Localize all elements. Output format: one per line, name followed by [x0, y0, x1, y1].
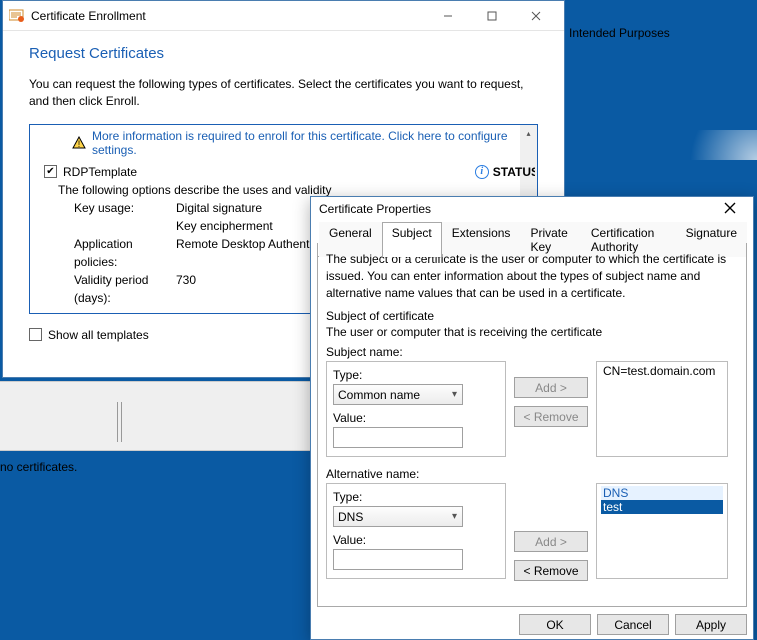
list-item[interactable]: test [601, 500, 723, 514]
app-policies-label: Application policies: [58, 235, 176, 271]
alt-type-select[interactable]: DNS [333, 506, 463, 527]
alternative-name-label: Alternative name: [326, 467, 738, 481]
alternative-name-group: Type: DNS Value: [326, 483, 506, 579]
background-status-text: no certificates. [0, 460, 77, 474]
certificate-icon [9, 9, 25, 23]
close-button[interactable] [514, 4, 558, 28]
validity-value: 730 [176, 271, 196, 307]
key-usage-value: Digital signature [176, 199, 262, 217]
validity-label: Validity period (days): [58, 271, 176, 307]
key-usage-value-2: Key encipherment [176, 217, 273, 235]
subject-name-group: Type: Common name Value: [326, 361, 506, 457]
subject-type-select[interactable]: Common name [333, 384, 463, 405]
type-label: Type: [333, 368, 499, 382]
subject-subheading: The user or computer that is receiving t… [326, 325, 738, 339]
subject-name-label: Subject name: [326, 345, 738, 359]
list-item[interactable]: CN=test.domain.com [601, 364, 723, 378]
alt-remove-button[interactable]: < Remove [514, 560, 588, 581]
alt-value-input[interactable] [333, 549, 463, 570]
subject-add-button[interactable]: Add > [514, 377, 588, 398]
splitter-handle[interactable] [117, 402, 122, 442]
window-title: Certificate Enrollment [31, 9, 146, 23]
template-checkbox-rdp[interactable] [44, 165, 57, 178]
alt-add-button[interactable]: Add > [514, 531, 588, 552]
intro-text: You can request the following types of c… [29, 76, 538, 110]
tab-description: The subject of a certificate is the user… [326, 251, 738, 301]
key-usage-label: Key usage: [58, 199, 176, 217]
titlebar[interactable]: Certificate Properties [311, 197, 753, 221]
background-column-header: Intended Purposes [569, 26, 689, 44]
configure-settings-link[interactable]: More information is required to enroll f… [92, 129, 529, 157]
alt-list[interactable]: DNS test [596, 483, 728, 579]
value-label: Value: [333, 411, 499, 425]
subject-remove-button[interactable]: < Remove [514, 406, 588, 427]
svg-text:!: ! [78, 139, 81, 149]
value-label: Value: [333, 533, 499, 547]
tab-panel-subject: The subject of a certificate is the user… [317, 243, 747, 607]
titlebar[interactable]: Certificate Enrollment [3, 1, 564, 31]
apply-button[interactable]: Apply [675, 614, 747, 635]
close-button[interactable] [715, 202, 745, 217]
subject-value-input[interactable] [333, 427, 463, 448]
ok-button[interactable]: OK [519, 614, 591, 635]
status-badge: i STATUS [475, 165, 535, 179]
minimize-button[interactable] [426, 4, 470, 28]
page-title: Request Certificates [29, 45, 538, 62]
cancel-button[interactable]: Cancel [597, 614, 669, 635]
tab-subject[interactable]: Subject [382, 222, 442, 257]
show-all-checkbox[interactable] [29, 328, 42, 341]
maximize-button[interactable] [470, 4, 514, 28]
dialog-title: Certificate Properties [319, 202, 431, 216]
type-label: Type: [333, 490, 499, 504]
template-name: RDPTemplate [63, 165, 137, 179]
subject-list[interactable]: CN=test.domain.com [596, 361, 728, 457]
subject-heading: Subject of certificate [326, 309, 738, 323]
list-item[interactable]: DNS [601, 486, 723, 500]
warning-icon: ! [72, 136, 86, 150]
certificate-properties-dialog: Certificate Properties General Subject E… [310, 196, 754, 640]
info-icon: i [475, 165, 489, 179]
template-row-rdp[interactable]: RDPTemplate i STATUS [32, 161, 535, 179]
app-policies-value: Remote Desktop Authent [176, 235, 309, 271]
show-all-label: Show all templates [48, 328, 149, 342]
